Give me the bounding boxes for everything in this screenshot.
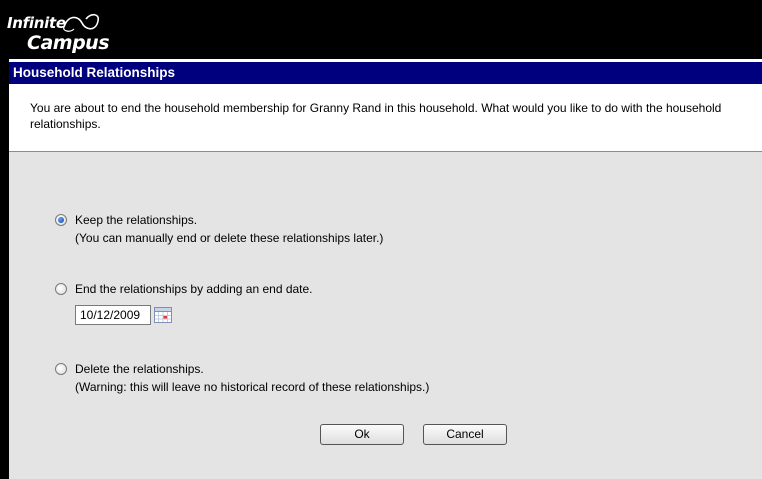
logo-text-top: Infinite — [7, 14, 66, 32]
keep-relationships-radio[interactable] — [55, 214, 67, 226]
calendar-icon[interactable] — [154, 307, 172, 323]
end-relationships-label[interactable]: End the relationships by adding an end d… — [75, 282, 313, 296]
end-relationships-radio[interactable] — [55, 283, 67, 295]
dialog-message: You are about to end the household membe… — [30, 101, 722, 131]
logo-text-bottom: Campus — [27, 32, 110, 54]
dialog-panel: Household Relationships You are about to… — [9, 59, 762, 479]
infinite-campus-logo[interactable]: Infinite Campus — [7, 10, 147, 58]
ok-button[interactable]: Ok — [320, 424, 404, 445]
keep-relationships-note: (You can manually end or delete these re… — [75, 231, 384, 245]
delete-relationships-warning: (Warning: this will leave no historical … — [75, 380, 430, 394]
delete-relationships-radio[interactable] — [55, 363, 67, 375]
app-header: Infinite Campus — [0, 0, 762, 59]
dialog-title: Household Relationships — [9, 62, 762, 84]
cancel-button[interactable]: Cancel — [423, 424, 507, 445]
delete-relationships-label[interactable]: Delete the relationships. — [75, 362, 204, 376]
infinity-swoosh-icon — [63, 13, 100, 32]
end-date-input[interactable]: 10/12/2009 — [75, 305, 151, 325]
keep-relationships-label[interactable]: Keep the relationships. — [75, 213, 197, 227]
